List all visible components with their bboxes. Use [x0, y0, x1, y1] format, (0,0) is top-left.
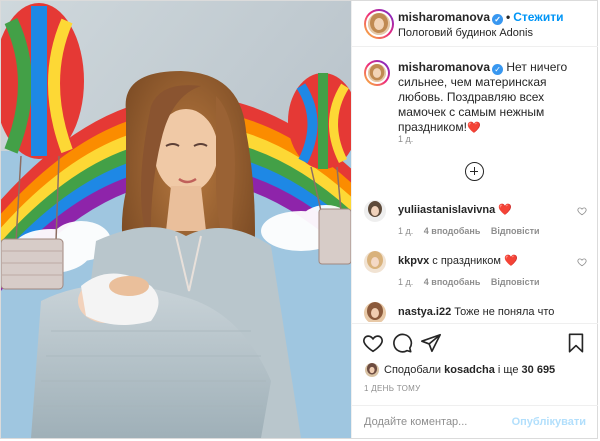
heart-icon[interactable] — [362, 332, 384, 354]
commenter-username[interactable]: nastya.i22 — [398, 306, 451, 318]
caption-text: misharomanova ✓ Нет ничего сильнее, чем м… — [398, 60, 588, 136]
caption-time[interactable]: 1 д. — [398, 134, 413, 144]
header-separator: • — [506, 10, 511, 24]
commenter-username[interactable]: yuliiastanislavivna — [398, 204, 495, 216]
comment-time[interactable]: 1 д. — [398, 226, 413, 236]
follow-button[interactable]: Стежити — [513, 10, 563, 24]
comment-heart-emoji: ❤️ — [498, 204, 512, 216]
commenter-avatar-image — [364, 200, 386, 222]
header-user-line: misharomanova ✓ • Стежити — [398, 10, 563, 25]
commenter-avatar[interactable] — [364, 251, 386, 273]
load-more-comments-icon[interactable] — [465, 162, 484, 181]
comments-list[interactable]: misharomanova ✓ Нет ничего сильнее, чем м… — [352, 48, 598, 322]
liker-avatar[interactable] — [364, 362, 380, 378]
comment-item: nastya.i22 Тоже не поняла что — [364, 302, 589, 322]
caption-avatar[interactable] — [364, 60, 390, 86]
caption-avatar-image — [368, 64, 386, 82]
reply-button[interactable]: Відповісти — [491, 226, 540, 236]
commenter-username[interactable]: kkpvx — [398, 255, 429, 267]
likes-count[interactable]: 30 695 — [522, 364, 556, 376]
comment-heart-emoji: ❤️ — [504, 255, 518, 267]
location-link[interactable]: Пологовий будинок Adonis — [398, 27, 533, 39]
comment-time[interactable]: 1 д. — [398, 277, 413, 287]
share-icon[interactable] — [420, 332, 442, 354]
comment-like-heart-icon[interactable] — [577, 257, 587, 267]
commenter-avatar[interactable] — [364, 200, 386, 222]
comment-text: nastya.i22 Тоже не поняла что — [398, 305, 578, 320]
commenter-avatar-image — [364, 251, 386, 273]
comment-body: с праздником — [432, 255, 501, 267]
instagram-post: misharomanova ✓ • Стежити Пологовий будинок… — [0, 0, 598, 439]
comment-input[interactable]: Додайте коментар... — [364, 416, 467, 428]
comment-text: yuliiastanislavivna ❤️ — [398, 203, 578, 218]
post-timestamp[interactable]: 1 ДЕНЬ ТОМУ — [364, 384, 420, 393]
liker-avatar-image — [365, 363, 379, 377]
commenter-avatar-image — [364, 302, 386, 322]
comment-likes-count[interactable]: 4 вподобань — [424, 277, 481, 287]
liker-username[interactable]: kosadcha — [444, 364, 495, 376]
likes-middle: і ще — [497, 364, 519, 376]
caption-heart-emoji: ❤️ — [466, 122, 481, 134]
add-comment-bar: Додайте коментар... Опублікувати — [352, 405, 598, 439]
caption-username[interactable]: misharomanova — [398, 60, 490, 74]
post-header: misharomanova ✓ • Стежити Пологовий будинок… — [352, 1, 598, 47]
likes-text: Сподобали kosadcha і ще 30 695 — [384, 364, 555, 376]
verified-badge-icon: ✓ — [492, 64, 504, 75]
comment-item: kkpvx с праздником ❤️ 1 д. 4 вподобань В… — [364, 251, 589, 299]
post-photo-illustration — [1, 1, 351, 438]
verified-badge-icon: ✓ — [492, 14, 504, 25]
comment-like-heart-icon[interactable] — [577, 206, 587, 216]
comment-likes-count[interactable]: 4 вподобань — [424, 226, 481, 236]
author-avatar[interactable] — [364, 9, 394, 39]
author-avatar-image — [368, 13, 390, 35]
comment-meta: 1 д. 4 вподобань Відповісти — [398, 226, 548, 236]
comment-item: yuliiastanislavivna ❤️ 1 д. 4 вподобань … — [364, 200, 589, 248]
comment-body: Тоже не поняла что — [454, 306, 555, 318]
bookmark-icon[interactable] — [565, 332, 587, 354]
author-username[interactable]: misharomanova — [398, 10, 490, 24]
commenter-avatar[interactable] — [364, 302, 386, 322]
post-photo[interactable] — [1, 1, 351, 438]
comment-icon[interactable] — [391, 332, 413, 354]
comment-text: kkpvx с праздником ❤️ — [398, 254, 578, 269]
post-sidebar: misharomanova ✓ • Стежити Пологовий будинок… — [351, 1, 598, 438]
post-actions: Сподобали kosadcha і ще 30 695 1 ДЕНЬ ТО… — [352, 323, 598, 438]
likes-prefix: Сподобали — [384, 364, 442, 376]
comment-meta: 1 д. 4 вподобань Відповісти — [398, 277, 548, 287]
publish-button[interactable]: Опублікувати — [512, 416, 586, 428]
reply-button[interactable]: Відповісти — [491, 277, 540, 287]
